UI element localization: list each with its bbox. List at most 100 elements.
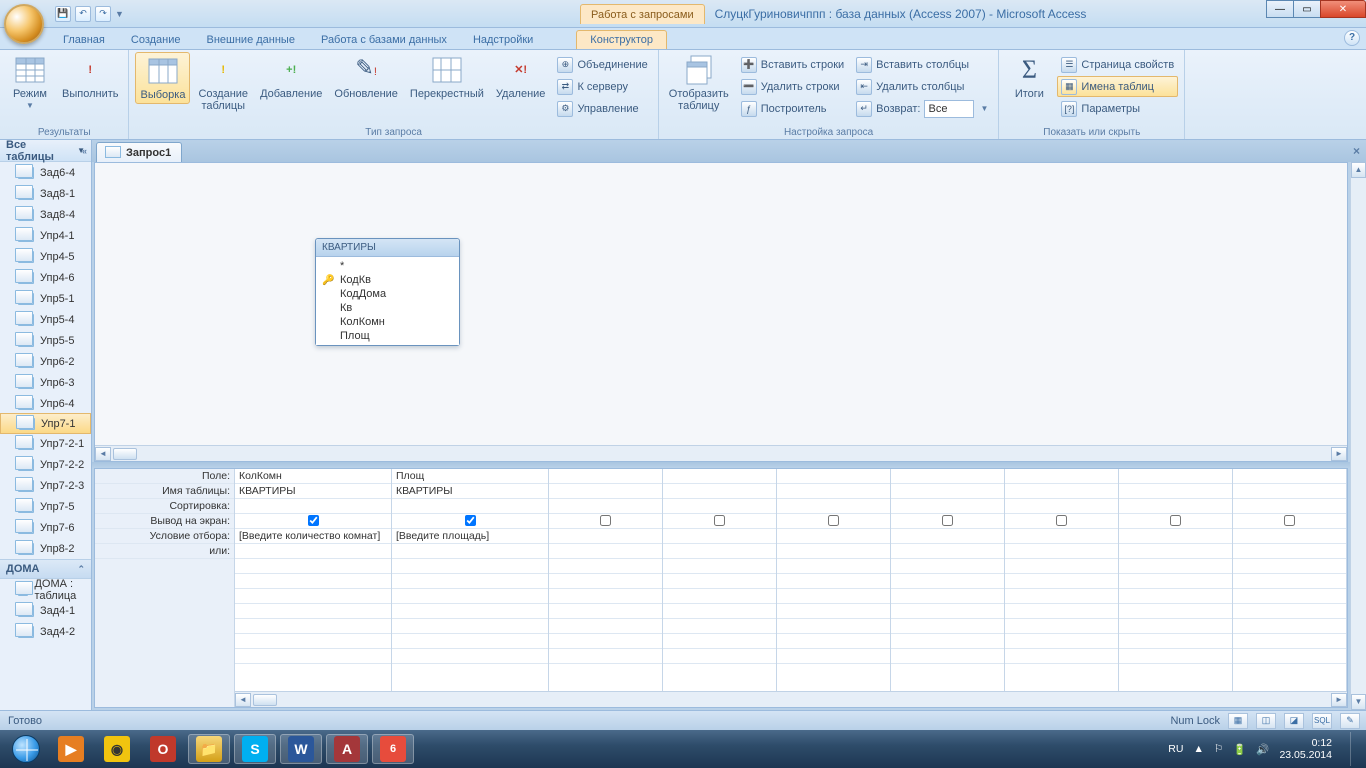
taskbar-aimp[interactable]: ◉ — [96, 734, 138, 764]
grid-cell[interactable] — [235, 619, 391, 634]
grid-cell[interactable] — [549, 469, 662, 484]
minimize-button[interactable]: — — [1266, 0, 1294, 18]
grid-cell[interactable] — [1005, 559, 1118, 574]
grid-cell[interactable] — [549, 619, 662, 634]
doc-tab-query[interactable]: Запрос1 — [96, 142, 182, 162]
grid-cell[interactable] — [392, 544, 548, 559]
grid-cell[interactable] — [392, 499, 548, 514]
nav-item[interactable]: Упр5-4 — [0, 309, 91, 330]
redo-icon[interactable]: ↷ — [95, 6, 111, 22]
grid-cell[interactable] — [891, 634, 1004, 649]
grid-cell[interactable] — [1233, 574, 1346, 589]
grid-cell[interactable] — [1233, 484, 1346, 499]
tab-database-tools[interactable]: Работа с базами данных — [308, 31, 460, 49]
nav-item[interactable]: Упр6-2 — [0, 351, 91, 372]
grid-cell[interactable] — [663, 484, 776, 499]
grid-cell[interactable] — [663, 589, 776, 604]
tab-create[interactable]: Создание — [118, 31, 194, 49]
view-sql-icon[interactable]: SQL — [1312, 713, 1332, 729]
grid-cell[interactable] — [663, 634, 776, 649]
nav-item[interactable]: Упр6-3 — [0, 372, 91, 393]
grid-cell[interactable] — [1233, 559, 1346, 574]
grid-hscroll[interactable]: ◄ ► — [235, 691, 1347, 707]
grid-cell[interactable] — [777, 559, 890, 574]
taskbar-pdf[interactable]: 6 — [372, 734, 414, 764]
grid-cell[interactable]: Площ — [392, 469, 548, 484]
table-names-button[interactable]: ▦Имена таблиц — [1057, 76, 1178, 97]
nav-item[interactable]: Упр6-4 — [0, 393, 91, 414]
tray-battery-icon[interactable]: 🔋 — [1233, 743, 1246, 756]
taskbar-word[interactable]: W — [280, 734, 322, 764]
taskbar-media-player[interactable]: ▶ — [50, 734, 92, 764]
scroll-down-icon[interactable]: ▼ — [1351, 694, 1366, 710]
grid-cell[interactable] — [663, 574, 776, 589]
nav-item[interactable]: Упр7-5 — [0, 496, 91, 517]
grid-cell[interactable] — [392, 559, 548, 574]
return-button[interactable]: ↵Возврат: Все▼ — [852, 98, 992, 119]
grid-cell[interactable] — [663, 514, 776, 529]
grid-cell[interactable] — [777, 604, 890, 619]
grid-cell[interactable] — [777, 544, 890, 559]
delete-rows-button[interactable]: ➖Удалить строки — [737, 76, 848, 97]
grid-cell[interactable] — [1233, 589, 1346, 604]
grid-cell[interactable] — [235, 574, 391, 589]
delete-cols-button[interactable]: ⇤Удалить столбцы — [852, 76, 992, 97]
grid-cell[interactable] — [549, 514, 662, 529]
scroll-thumb[interactable] — [113, 448, 137, 460]
taskbar-skype[interactable]: S — [234, 734, 276, 764]
grid-cell[interactable] — [1233, 604, 1346, 619]
show-checkbox[interactable] — [1170, 515, 1181, 526]
scroll-up-icon[interactable]: ▲ — [1351, 162, 1366, 178]
view-pivot-icon[interactable]: ◫ — [1256, 713, 1276, 729]
view-design-icon[interactable]: ✎ — [1340, 713, 1360, 729]
tab-external-data[interactable]: Внешние данные — [194, 31, 308, 49]
tray-flag-icon[interactable]: ⚐ — [1214, 743, 1223, 755]
show-checkbox[interactable] — [828, 515, 839, 526]
table-field[interactable]: * — [316, 259, 459, 273]
grid-cell[interactable] — [1233, 514, 1346, 529]
grid-cell[interactable] — [392, 589, 548, 604]
show-checkbox[interactable] — [714, 515, 725, 526]
maximize-button[interactable]: ▭ — [1293, 0, 1321, 18]
grid-cell[interactable]: КолКомн — [235, 469, 391, 484]
show-checkbox[interactable] — [1056, 515, 1067, 526]
grid-cell[interactable] — [392, 619, 548, 634]
grid-cell[interactable] — [777, 589, 890, 604]
data-definition-button[interactable]: ⚙Управление — [553, 98, 651, 119]
grid-cell[interactable] — [891, 484, 1004, 499]
help-icon[interactable]: ? — [1344, 30, 1360, 46]
grid-cell[interactable] — [891, 544, 1004, 559]
grid-cell[interactable] — [392, 604, 548, 619]
grid-cell[interactable] — [1119, 589, 1232, 604]
close-tab-icon[interactable]: × — [1353, 144, 1360, 158]
grid-cell[interactable] — [663, 649, 776, 664]
tab-home[interactable]: Главная — [50, 31, 118, 49]
grid-cell[interactable] — [1119, 484, 1232, 499]
table-field[interactable]: КодДома — [316, 287, 459, 301]
start-button[interactable] — [6, 734, 46, 764]
nav-item[interactable]: Упр5-1 — [0, 288, 91, 309]
grid-cell[interactable] — [549, 529, 662, 544]
totals-button[interactable]: Σ Итоги — [1005, 52, 1053, 102]
grid-cell[interactable] — [235, 649, 391, 664]
grid-cell[interactable] — [777, 514, 890, 529]
grid-cell[interactable] — [1119, 499, 1232, 514]
nav-item[interactable]: Упр4-1 — [0, 225, 91, 246]
nav-item[interactable]: Зад8-4 — [0, 204, 91, 225]
query-design-diagram[interactable]: КВАРТИРЫ *🔑КодКвКодДомаКвКолКомнПлощ ◄ ► — [94, 162, 1348, 462]
show-checkbox[interactable] — [1284, 515, 1295, 526]
grid-cell[interactable] — [1233, 544, 1346, 559]
grid-cell[interactable] — [235, 544, 391, 559]
nav-item[interactable]: Зад6-4 — [0, 162, 91, 183]
grid-cell[interactable] — [777, 529, 890, 544]
grid-cell[interactable] — [777, 484, 890, 499]
grid-cell[interactable] — [891, 619, 1004, 634]
grid-cell[interactable] — [1005, 649, 1118, 664]
insert-rows-button[interactable]: ➕Вставить строки — [737, 54, 848, 75]
nav-item[interactable]: Зад4-2 — [0, 621, 91, 642]
tray-clock[interactable]: 0:12 23.05.2014 — [1279, 737, 1332, 761]
close-button[interactable]: ✕ — [1320, 0, 1366, 18]
grid-cell[interactable] — [1233, 619, 1346, 634]
grid-cell[interactable] — [1119, 514, 1232, 529]
grid-cell[interactable] — [777, 574, 890, 589]
